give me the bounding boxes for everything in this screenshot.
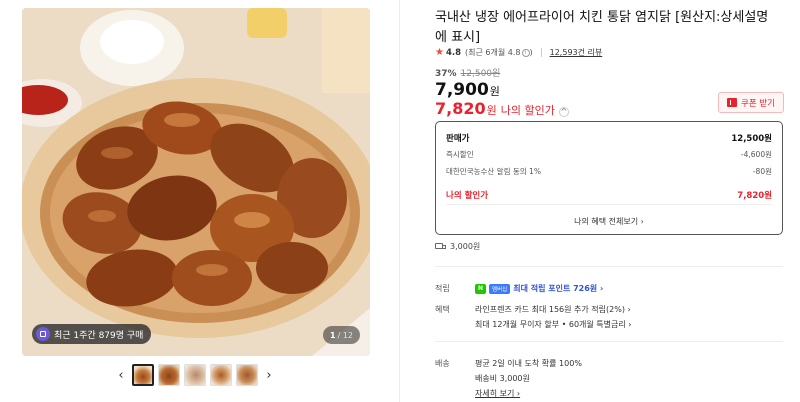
price-row-instant-discount: 즉시할인 -4,600원 <box>446 149 772 160</box>
my-discount-unit: 원 <box>486 104 497 117</box>
delivery-arrival-rate: 평균 2일 이내 도착 확률 100% <box>475 359 582 368</box>
price-row-label: 나의 할인가 <box>446 191 489 201</box>
shipping-fee: 3,000원 <box>450 242 481 251</box>
thumbnail-2[interactable] <box>158 364 180 386</box>
delivery-detail-link[interactable]: 자세히 보기 › <box>475 388 520 399</box>
image-page-total: / 12 <box>337 330 353 340</box>
thumbnail-3[interactable] <box>184 364 206 386</box>
thumbnail-prev-button[interactable]: ‹ <box>114 364 128 386</box>
price-row-my-discount: 나의 할인가 7,820원 <box>446 189 772 201</box>
star-icon: ★ <box>435 47 444 58</box>
price-row-label: 즉시할인 <box>446 150 474 159</box>
product-title: 국내산 냉장 에어프라이어 치킨 통닭 염지닭 [원산지:상세설명에 표시] <box>435 10 769 45</box>
rating-separator <box>540 48 542 57</box>
thumbnail-5[interactable] <box>236 364 258 386</box>
points-row: N 멤버십 최대 적립 포인트 726원 › <box>475 283 603 294</box>
get-coupon-label: 쿠폰 받기 <box>741 98 775 109</box>
chevron-left-icon: ‹ <box>118 367 124 383</box>
review-count-link[interactable]: 12,593건 리뷰 <box>550 47 603 58</box>
npay-badge: N <box>475 283 487 294</box>
price-breakdown-box: 판매가 12,500원 즉시할인 -4,600원 대한민국농수산 알림 동의 1… <box>435 121 783 235</box>
product-info-panel: 국내산 냉장 에어프라이어 치킨 통닭 염지닭 [원산지:상세설명에 표시] ★… <box>435 0 784 402</box>
rating-recent-close: ) <box>529 48 533 57</box>
all-benefits-link[interactable]: 나의 혜택 전체보기 › <box>436 216 782 227</box>
thumbnail-1[interactable] <box>132 364 154 386</box>
shipping-fee-row: 3,000원 <box>435 241 480 252</box>
installment-benefit-link[interactable]: 최대 12개월 무이자 할부 • 60개월 특별금리 › <box>475 319 631 330</box>
points-section-label: 적립 <box>435 284 450 293</box>
fried-chicken-photo <box>22 8 370 356</box>
thumbnail-next-button[interactable]: › <box>262 364 276 386</box>
chevron-up-icon: ^ <box>558 106 569 117</box>
recent-buyers-badge: 최근 1주간 879명 구매 <box>32 324 152 344</box>
my-discount-price-toggle[interactable]: 7,820 원 나의 할인가 ^ <box>435 99 569 118</box>
original-price: 12,500원 <box>460 69 501 79</box>
truck-icon <box>435 242 447 251</box>
price-row-value: 12,500원 <box>731 134 772 144</box>
price-row-value: -4,600원 <box>740 150 772 159</box>
rating-row: ★ 4.8 (최근 6개월 4.8 i ) 12,593건 리뷰 <box>435 47 602 58</box>
my-discount-price: 7,820 <box>435 99 486 118</box>
chevron-right-icon: › <box>266 367 272 383</box>
my-discount-label: 나의 할인가 <box>500 104 555 117</box>
price-row-value: 7,820원 <box>737 191 772 201</box>
delivery-section-label: 배송 <box>435 359 450 368</box>
thumbnail-strip: ‹ › <box>114 364 276 386</box>
sale-price: 7,900 <box>435 80 489 100</box>
section-divider <box>435 266 783 267</box>
card-benefit-link[interactable]: 라인프렌즈 카드 최대 156원 추가 적립(2%) › <box>475 304 631 315</box>
get-coupon-button[interactable]: 쿠폰 받기 <box>718 92 784 113</box>
price-row-label: 판매가 <box>446 134 470 144</box>
image-page-counter: 1 / 12 <box>323 326 360 344</box>
sale-price-unit: 원 <box>489 85 500 98</box>
info-icon[interactable]: i <box>521 48 530 57</box>
recent-buyers-text: 최근 1주간 879명 구매 <box>54 330 144 341</box>
panel-divider <box>399 0 400 402</box>
section-divider <box>435 341 783 342</box>
sale-price-row: 7,900 원 <box>435 80 500 100</box>
product-main-image[interactable]: 최근 1주간 879명 구매 1 / 12 <box>22 8 370 356</box>
product-gallery: 최근 1주간 879명 구매 1 / 12 ‹ › <box>0 0 400 402</box>
price-row-value: -80원 <box>752 167 772 176</box>
membership-badge: 멤버십 <box>489 283 511 294</box>
price-box-divider <box>446 204 772 205</box>
thumbnail-4[interactable] <box>210 364 232 386</box>
coupon-icon <box>727 98 737 107</box>
rating-score: 4.8 <box>445 47 462 58</box>
price-row-label: 대한민국농수산 알림 동의 1% <box>446 167 541 176</box>
delivery-fee: 배송비 3,000원 <box>475 374 530 383</box>
benefits-section-label: 혜택 <box>435 305 450 314</box>
max-points-link[interactable]: 최대 적립 포인트 726원 › <box>513 283 603 294</box>
rating-recent: (최근 6개월 4.8 <box>465 48 521 57</box>
discount-row: 37% 12,500원 <box>435 66 500 79</box>
discount-rate: 37% <box>435 69 457 79</box>
price-row-alert-discount: 대한민국농수산 알림 동의 1% -80원 <box>446 166 772 177</box>
image-page-current: 1 <box>330 330 336 340</box>
price-row-sale: 판매가 12,500원 <box>446 132 772 144</box>
shopping-bag-icon <box>36 327 50 341</box>
